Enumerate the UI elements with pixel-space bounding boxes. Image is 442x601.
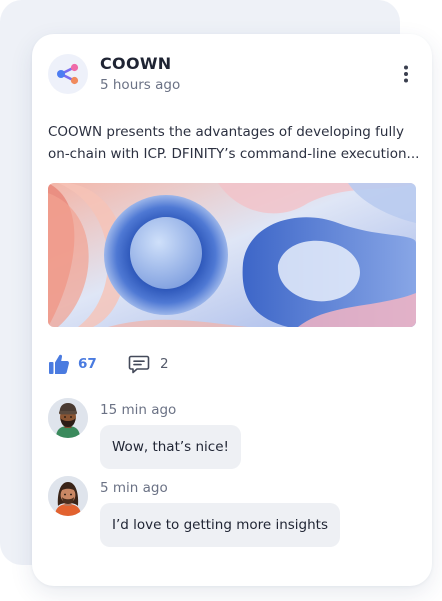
commenter-avatar[interactable] (48, 476, 88, 516)
abstract-artwork-image (48, 183, 416, 327)
author-avatar[interactable] (48, 54, 88, 94)
post-card: COOWN 5 hours ago COOWN presents the adv… (32, 34, 432, 586)
thumbs-up-icon (49, 354, 69, 374)
share-nodes-icon (57, 63, 79, 85)
post-timestamp: 5 hours ago (100, 77, 181, 93)
comment-timestamp: 15 min ago (100, 402, 177, 418)
comment-icon (128, 355, 150, 374)
comment-button[interactable]: 2 (128, 352, 169, 376)
comment-bubble: Wow, that’s nice! (100, 425, 241, 469)
author-name[interactable]: COOWN (100, 54, 171, 73)
comment-count: 2 (160, 356, 169, 372)
more-options-button[interactable] (394, 62, 418, 86)
post-body-text: COOWN presents the advantages of develop… (48, 124, 420, 162)
comment-timestamp: 5 min ago (100, 480, 168, 496)
comment-bubble: I’d love to getting more insights (100, 503, 341, 547)
post-image[interactable] (48, 183, 416, 327)
more-vertical-icon (404, 65, 408, 83)
commenter-avatar[interactable] (48, 398, 88, 438)
user-avatar-long-hair (48, 476, 88, 516)
like-count: 67 (78, 356, 97, 372)
like-button[interactable]: 67 (48, 352, 97, 376)
user-avatar-beanie (48, 398, 88, 438)
